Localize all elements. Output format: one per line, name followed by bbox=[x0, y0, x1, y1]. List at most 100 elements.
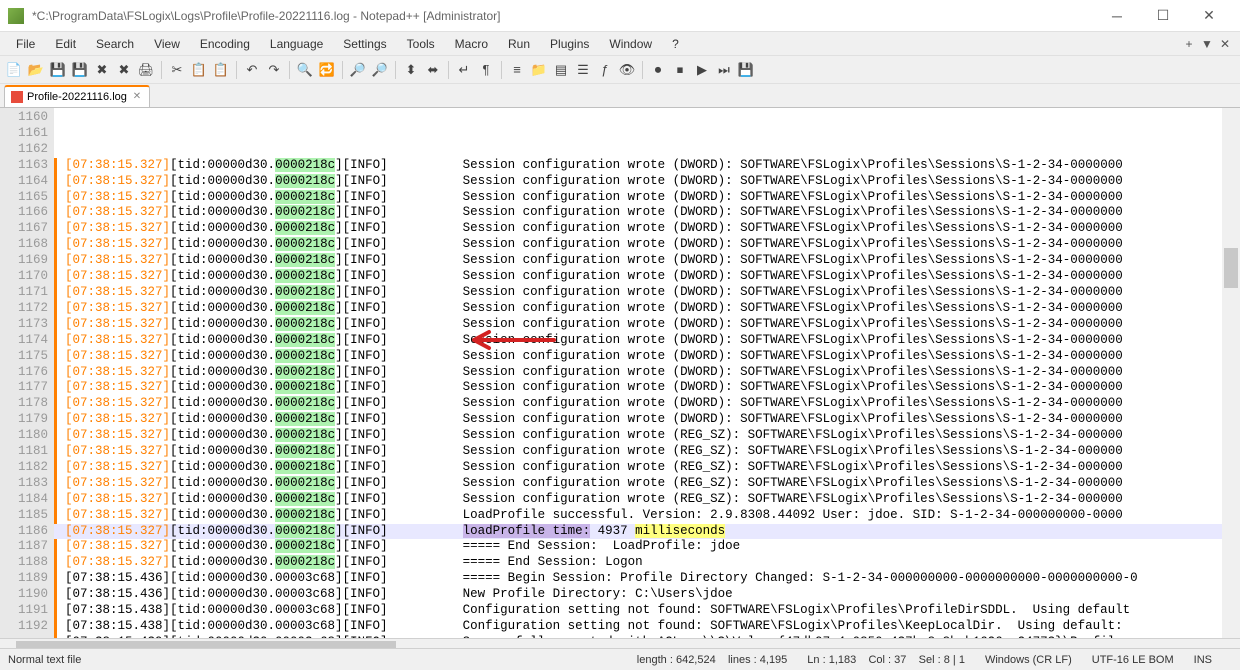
toolbar-separator bbox=[395, 61, 396, 79]
window-title: *C:\ProgramData\FSLogix\Logs\Profile\Pro… bbox=[32, 9, 1094, 23]
monitor-icon[interactable]: 👁 bbox=[617, 60, 637, 80]
code-line[interactable]: [07:38:15.327][tid:00000d30.0000218c][IN… bbox=[54, 428, 1240, 444]
code-line[interactable]: [07:38:15.327][tid:00000d30.0000218c][IN… bbox=[54, 269, 1240, 285]
vertical-scrollbar-thumb[interactable] bbox=[1224, 248, 1238, 288]
sync-v-icon[interactable]: ⬍ bbox=[401, 60, 421, 80]
maximize-button[interactable]: ☐ bbox=[1140, 2, 1186, 30]
menu-help[interactable]: ? bbox=[662, 35, 689, 53]
code-line[interactable]: [07:38:15.327][tid:00000d30.0000218c][IN… bbox=[54, 190, 1240, 206]
save-icon[interactable]: 💾 bbox=[48, 60, 68, 80]
save-macro-icon[interactable]: 💾 bbox=[736, 60, 756, 80]
code-line[interactable]: [07:38:15.436][tid:00000d30.00003c68][IN… bbox=[54, 571, 1240, 587]
menu-tools[interactable]: Tools bbox=[397, 35, 445, 53]
cut-icon[interactable]: ✂ bbox=[167, 60, 187, 80]
record-icon[interactable]: ⏺ bbox=[648, 60, 668, 80]
minimize-button[interactable]: ─ bbox=[1094, 2, 1140, 30]
func-list-icon[interactable]: ƒ bbox=[595, 60, 615, 80]
copy-icon[interactable]: 📋 bbox=[189, 60, 209, 80]
close-file-icon[interactable]: ✖ bbox=[92, 60, 112, 80]
fastfwd-icon[interactable]: ⏭ bbox=[714, 60, 734, 80]
tab-close-icon[interactable]: ✕ bbox=[131, 91, 143, 103]
tabs-bar: Profile-20221116.log ✕ bbox=[0, 84, 1240, 108]
close-doc-icon[interactable]: ✕ bbox=[1216, 37, 1234, 51]
code-line[interactable]: [07:38:15.327][tid:00000d30.0000218c][IN… bbox=[54, 158, 1240, 174]
redo-icon[interactable]: ↷ bbox=[264, 60, 284, 80]
doc-map-icon[interactable]: ▤ bbox=[551, 60, 571, 80]
code-line[interactable]: [07:38:15.327][tid:00000d30.0000218c][IN… bbox=[54, 380, 1240, 396]
code-line[interactable]: [07:38:15.327][tid:00000d30.0000218c][IN… bbox=[54, 221, 1240, 237]
menu-macro[interactable]: Macro bbox=[445, 35, 498, 53]
folder-icon[interactable]: 📁 bbox=[529, 60, 549, 80]
toolbar-separator bbox=[501, 61, 502, 79]
menu-plugins[interactable]: Plugins bbox=[540, 35, 599, 53]
toolbar-separator bbox=[236, 61, 237, 79]
dropdown-icon[interactable]: ▼ bbox=[1198, 37, 1216, 51]
close-all-icon[interactable]: ✖ bbox=[114, 60, 134, 80]
paste-icon[interactable]: 📋 bbox=[211, 60, 231, 80]
code-content[interactable]: [07:38:15.327][tid:00000d30.0000218c][IN… bbox=[54, 108, 1240, 638]
menu-view[interactable]: View bbox=[144, 35, 190, 53]
code-line[interactable]: [07:38:15.327][tid:00000d30.0000218c][IN… bbox=[54, 555, 1240, 571]
doc-list-icon[interactable]: ☰ bbox=[573, 60, 593, 80]
menu-edit[interactable]: Edit bbox=[45, 35, 86, 53]
code-line[interactable]: [07:38:15.438][tid:00000d30.00003c68][IN… bbox=[54, 619, 1240, 635]
code-line[interactable]: [07:38:15.327][tid:00000d30.0000218c][IN… bbox=[54, 349, 1240, 365]
code-line[interactable]: [07:38:15.327][tid:00000d30.0000218c][IN… bbox=[54, 317, 1240, 333]
find-icon[interactable]: 🔍 bbox=[295, 60, 315, 80]
code-line[interactable]: [07:38:15.327][tid:00000d30.0000218c][IN… bbox=[54, 333, 1240, 349]
menu-settings[interactable]: Settings bbox=[333, 35, 396, 53]
title-bar: *C:\ProgramData\FSLogix\Logs\Profile\Pro… bbox=[0, 0, 1240, 32]
status-position: Ln : 1,183 Col : 37 Sel : 8 | 1 bbox=[807, 654, 985, 666]
play-icon[interactable]: ▶ bbox=[692, 60, 712, 80]
sync-h-icon[interactable]: ⬌ bbox=[423, 60, 443, 80]
code-line[interactable]: [07:38:15.327][tid:00000d30.0000218c][IN… bbox=[54, 396, 1240, 412]
code-line[interactable]: [07:38:15.438][tid:00000d30.00003c68][IN… bbox=[54, 603, 1240, 619]
code-line[interactable]: [07:38:15.327][tid:00000d30.0000218c][IN… bbox=[54, 539, 1240, 555]
close-button[interactable]: ✕ bbox=[1186, 2, 1232, 30]
indent-guide-icon[interactable]: ≡ bbox=[507, 60, 527, 80]
status-mode[interactable]: INS bbox=[1194, 654, 1232, 666]
fold-icon[interactable]: + bbox=[1180, 37, 1198, 51]
code-line[interactable]: [07:38:15.327][tid:00000d30.0000218c][IN… bbox=[54, 444, 1240, 460]
show-chars-icon[interactable]: ¶ bbox=[476, 60, 496, 80]
open-file-icon[interactable]: 📂 bbox=[26, 60, 46, 80]
code-line[interactable]: [07:38:15.327][tid:00000d30.0000218c][IN… bbox=[54, 301, 1240, 317]
menu-search[interactable]: Search bbox=[86, 35, 144, 53]
print-icon[interactable]: 🖨 bbox=[136, 60, 156, 80]
menu-encoding[interactable]: Encoding bbox=[190, 35, 260, 53]
menu-window[interactable]: Window bbox=[599, 35, 662, 53]
menu-file[interactable]: File bbox=[6, 35, 45, 53]
zoom-in-icon[interactable]: 🔎 bbox=[348, 60, 368, 80]
stop-icon[interactable]: ⏹ bbox=[670, 60, 690, 80]
code-line[interactable]: [07:38:15.327][tid:00000d30.0000218c][IN… bbox=[54, 237, 1240, 253]
status-bar: Normal text file length : 642,524 lines … bbox=[0, 648, 1240, 670]
status-encoding[interactable]: UTF-16 LE BOM bbox=[1092, 654, 1194, 666]
menu-run[interactable]: Run bbox=[498, 35, 540, 53]
code-line[interactable]: [07:38:15.436][tid:00000d30.00003c68][IN… bbox=[54, 587, 1240, 603]
code-line[interactable]: [07:38:15.327][tid:00000d30.0000218c][IN… bbox=[54, 205, 1240, 221]
code-line[interactable]: [07:38:15.327][tid:00000d30.0000218c][IN… bbox=[54, 412, 1240, 428]
line-number-gutter: 1160 1161 1162 1163 1164 1165 1166 1167 … bbox=[0, 108, 54, 638]
new-file-icon[interactable]: 📄 bbox=[4, 60, 24, 80]
undo-icon[interactable]: ↶ bbox=[242, 60, 262, 80]
code-line[interactable]: [07:38:15.327][tid:00000d30.0000218c][IN… bbox=[54, 524, 1240, 540]
save-all-icon[interactable]: 💾 bbox=[70, 60, 90, 80]
code-line[interactable]: [07:38:15.327][tid:00000d30.0000218c][IN… bbox=[54, 508, 1240, 524]
status-eol[interactable]: Windows (CR LF) bbox=[985, 654, 1092, 666]
code-line[interactable]: [07:38:15.327][tid:00000d30.0000218c][IN… bbox=[54, 460, 1240, 476]
zoom-out-icon[interactable]: 🔎 bbox=[370, 60, 390, 80]
window-controls: ─ ☐ ✕ bbox=[1094, 2, 1232, 30]
file-tab[interactable]: Profile-20221116.log ✕ bbox=[4, 85, 150, 107]
wordwrap-icon[interactable]: ↵ bbox=[454, 60, 474, 80]
menu-language[interactable]: Language bbox=[260, 35, 333, 53]
code-line[interactable]: [07:38:15.327][tid:00000d30.0000218c][IN… bbox=[54, 253, 1240, 269]
editor[interactable]: 1160 1161 1162 1163 1164 1165 1166 1167 … bbox=[0, 108, 1240, 638]
vertical-scrollbar[interactable] bbox=[1222, 108, 1240, 638]
code-line[interactable]: [07:38:15.327][tid:00000d30.0000218c][IN… bbox=[54, 476, 1240, 492]
code-line[interactable]: [07:38:15.327][tid:00000d30.0000218c][IN… bbox=[54, 174, 1240, 190]
code-line[interactable]: [07:38:15.327][tid:00000d30.0000218c][IN… bbox=[54, 492, 1240, 508]
code-line[interactable]: [07:38:15.327][tid:00000d30.0000218c][IN… bbox=[54, 285, 1240, 301]
code-line[interactable]: [07:38:15.327][tid:00000d30.0000218c][IN… bbox=[54, 365, 1240, 381]
replace-icon[interactable]: 🔁 bbox=[317, 60, 337, 80]
toolbar-separator bbox=[161, 61, 162, 79]
